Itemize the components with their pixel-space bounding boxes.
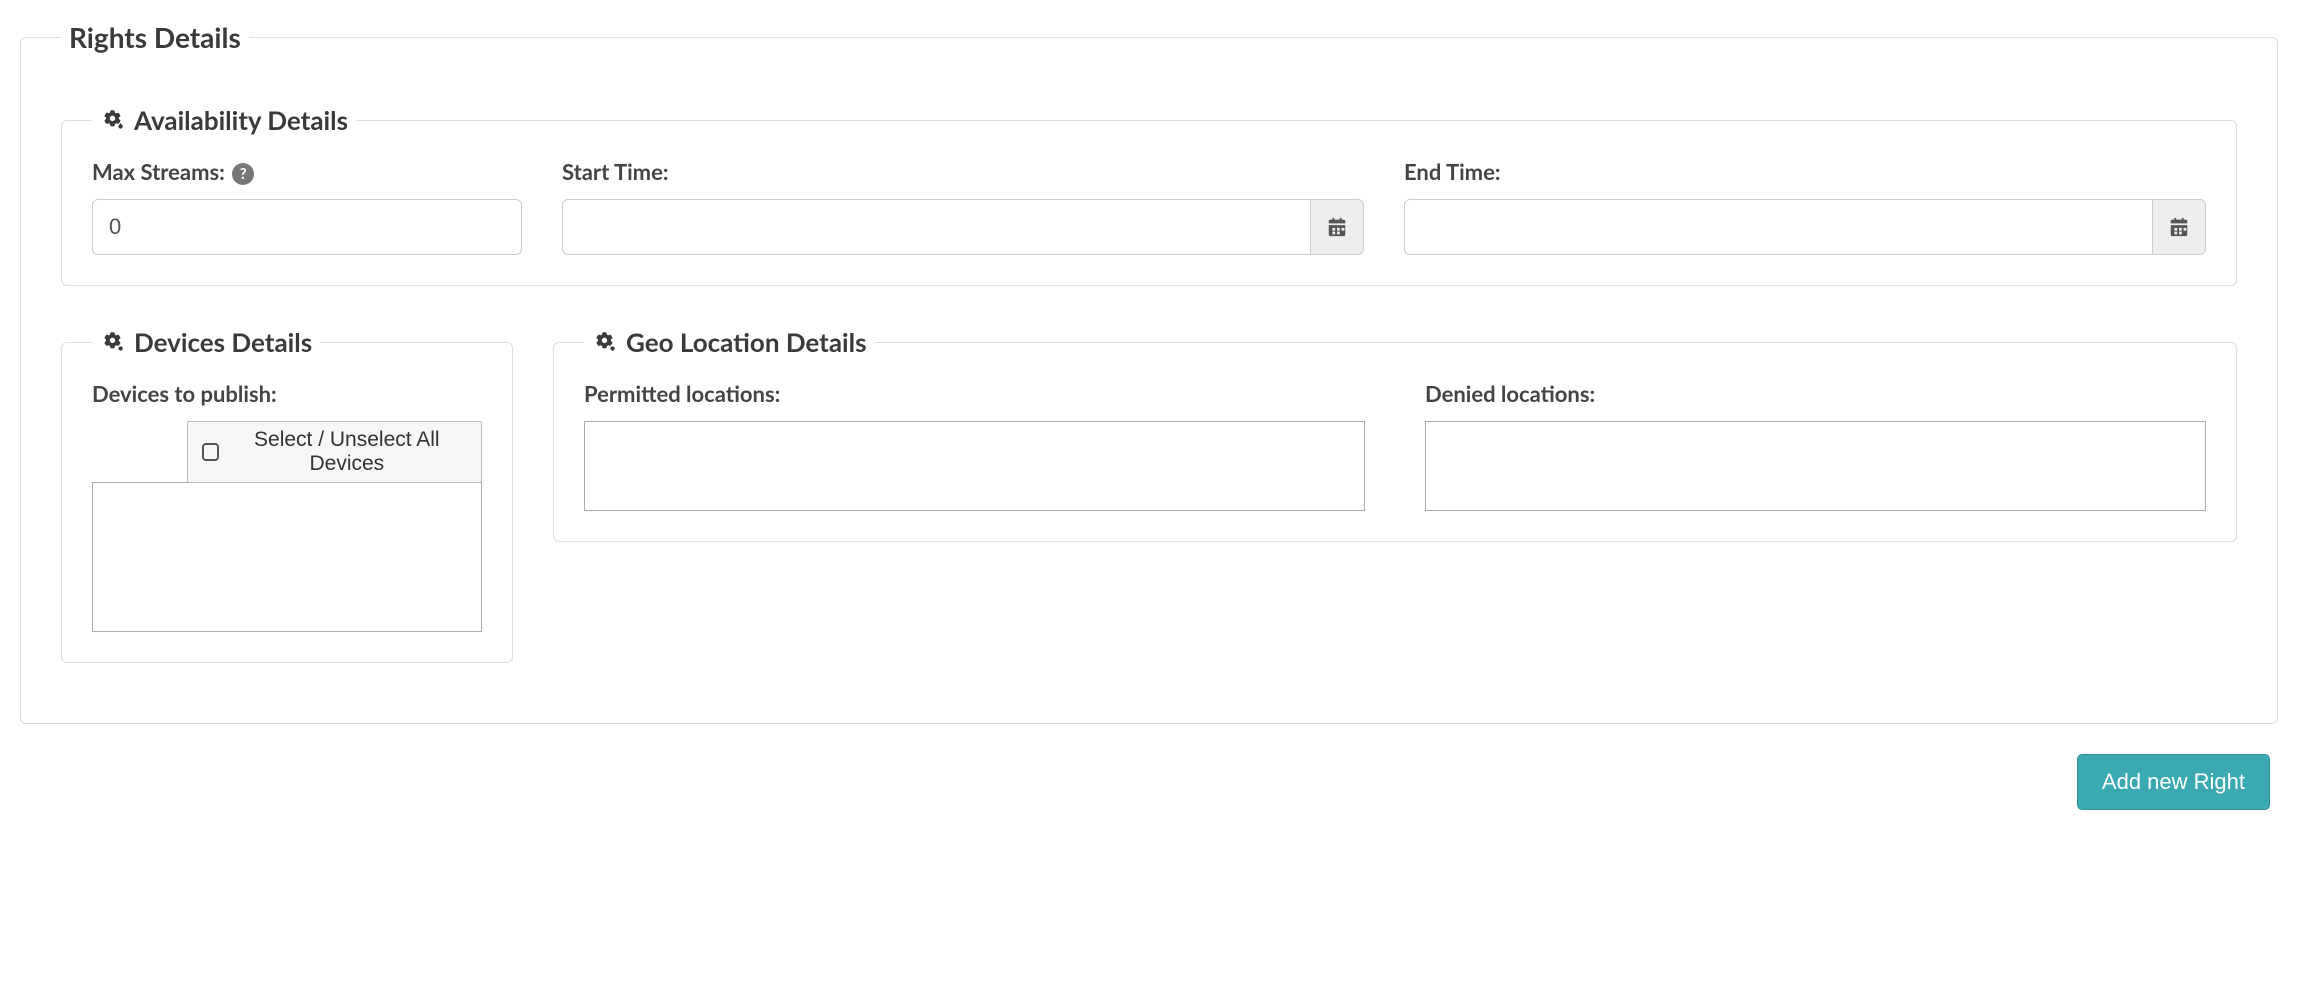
max-streams-label: Max Streams: ? [92,158,522,185]
geo-location-legend: Geo Location Details [584,326,875,358]
end-time-input[interactable] [1404,199,2152,255]
devices-geo-row: Devices Details Devices to publish: Sele… [61,316,2237,693]
devices-details-legend: Devices Details [92,326,320,358]
select-all-label: Select / Unselect All Devices [227,428,467,476]
gears-icon [100,107,126,133]
rights-details-legend: Rights Details [61,20,249,54]
devices-listbox[interactable] [92,482,482,632]
end-time-group [1404,199,2206,255]
devices-details-fieldset: Devices Details Devices to publish: Sele… [61,326,513,663]
gears-icon [100,329,126,355]
permitted-col: Permitted locations: [584,380,1365,511]
start-time-label: Start Time: [562,158,1364,185]
calendar-icon [2168,216,2190,238]
rights-details-fieldset: Rights Details Availability Details Max … [20,20,2278,724]
geo-location-details-fieldset: Geo Location Details Permitted locations… [553,326,2237,542]
permitted-locations-listbox[interactable] [584,421,1365,511]
availability-title: Availability Details [134,104,348,136]
denied-col: Denied locations: [1425,380,2206,511]
select-all-devices-button[interactable]: Select / Unselect All Devices [187,421,482,483]
max-streams-input[interactable] [92,199,522,255]
devices-publish-label: Devices to publish: [92,380,482,407]
denied-locations-label: Denied locations: [1425,380,2206,407]
geo-row: Permitted locations: Denied locations: [584,380,2206,511]
calendar-icon [1326,216,1348,238]
rights-details-title: Rights Details [69,20,241,54]
devices-title: Devices Details [134,326,312,358]
start-time-input[interactable] [562,199,1310,255]
checkbox-icon [202,443,219,461]
footer-actions: Add new Right [20,754,2278,810]
add-new-right-button[interactable]: Add new Right [2077,754,2270,810]
help-icon[interactable]: ? [232,163,254,185]
gears-icon [592,329,618,355]
max-streams-label-text: Max Streams: [92,158,225,185]
denied-locations-listbox[interactable] [1425,421,2206,511]
end-time-calendar-button[interactable] [2152,199,2206,255]
end-time-label: End Time: [1404,158,2206,185]
start-time-group [562,199,1364,255]
max-streams-col: Max Streams: ? [92,158,522,255]
geo-title: Geo Location Details [626,326,867,358]
start-time-col: Start Time: [562,158,1364,255]
availability-details-legend: Availability Details [92,104,356,136]
end-time-col: End Time: [1404,158,2206,255]
availability-row: Max Streams: ? Start Time: End Tim [92,158,2206,255]
availability-details-fieldset: Availability Details Max Streams: ? Star… [61,104,2237,286]
start-time-calendar-button[interactable] [1310,199,1364,255]
permitted-locations-label: Permitted locations: [584,380,1365,407]
